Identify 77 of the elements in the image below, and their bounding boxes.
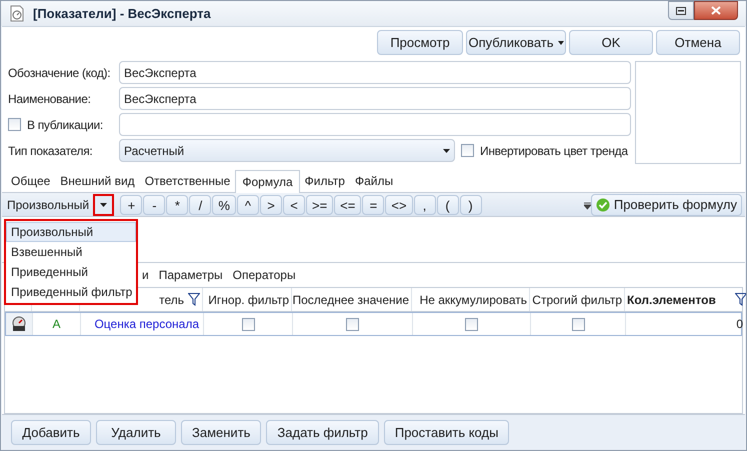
text-field[interactable]: ВесЭксперта <box>119 61 631 84</box>
close-button[interactable] <box>694 1 738 20</box>
dropdown-option[interactable]: Произвольный <box>6 222 136 242</box>
field-label: В публикации: <box>27 116 103 134</box>
operator-button[interactable]: > <box>260 194 282 214</box>
operator-button[interactable]: - <box>143 194 166 214</box>
check-icon <box>596 198 610 212</box>
checkbox-label: Инвертировать цвет тренда <box>480 142 628 160</box>
subtab[interactable]: Параметры <box>158 266 223 284</box>
action-button[interactable]: Задать фильтр <box>266 420 379 445</box>
publish-menu-button[interactable]: Опубликовать <box>466 30 566 55</box>
field-label: Тип показателя: <box>8 142 92 160</box>
tab[interactable]: Ответственные <box>140 170 236 192</box>
column-header: Строгий фильтр <box>532 292 622 308</box>
publication-checkbox[interactable] <box>8 118 21 131</box>
operator-button[interactable]: ^ <box>236 194 259 214</box>
caret-icon <box>558 40 564 44</box>
action-button[interactable]: Удалить <box>96 420 176 445</box>
restore-icon <box>676 6 686 14</box>
tab[interactable]: Фильтр <box>300 170 350 192</box>
tab[interactable]: Внешний вид <box>55 170 140 192</box>
subtab[interactable]: и <box>142 266 149 284</box>
table-cell-text: 0 <box>736 316 743 333</box>
table-cell-text: А <box>52 316 60 333</box>
gauge-icon <box>11 316 27 332</box>
column-header: тель <box>159 292 184 308</box>
operator-button[interactable]: + <box>120 194 142 214</box>
operator-button[interactable]: >= <box>306 194 334 214</box>
operator-button[interactable]: ( <box>436 194 459 214</box>
dropdown-option[interactable]: Приведенный фильтр <box>6 282 136 302</box>
text-field[interactable]: ВесЭксперта <box>119 87 631 110</box>
check-formula-button[interactable]: Проверить формулу <box>590 194 742 216</box>
dropdown-option[interactable]: Приведенный <box>6 262 136 282</box>
operator-button[interactable]: / <box>189 194 212 214</box>
window-title: [Показатели] - ВесЭксперта <box>33 4 211 23</box>
operator-button[interactable]: <> <box>385 194 413 214</box>
column-header: Не аккумулировать <box>420 292 527 308</box>
operator-button[interactable]: * <box>166 194 188 214</box>
table-checkbox[interactable] <box>465 318 478 330</box>
indicator-link[interactable]: Оценка персонала <box>94 315 199 333</box>
invert-trend-checkbox[interactable] <box>461 144 474 157</box>
column-header: Кол.элементов <box>627 292 716 308</box>
overflow-icon[interactable] <box>584 200 591 210</box>
filter-icon[interactable] <box>735 293 746 306</box>
subtab[interactable]: Операторы <box>232 266 296 284</box>
dropdown-button[interactable] <box>93 194 114 216</box>
toolbar-button[interactable]: OK <box>569 30 653 55</box>
field-label: Наименование: <box>8 90 91 108</box>
restore-button[interactable] <box>668 1 694 20</box>
operator-button[interactable]: <= <box>334 194 362 214</box>
filter-icon[interactable] <box>188 293 200 306</box>
table-checkbox[interactable] <box>572 318 584 330</box>
caret-icon <box>443 148 450 152</box>
operator-button[interactable]: < <box>282 194 305 214</box>
table-checkbox[interactable] <box>242 318 254 330</box>
action-button[interactable]: Заменить <box>181 420 262 445</box>
table-checkbox[interactable] <box>346 318 359 330</box>
operator-button[interactable]: % <box>212 194 236 214</box>
gauge-icon <box>9 5 25 22</box>
operator-button[interactable]: ) <box>460 194 482 214</box>
tab[interactable]: Формула <box>235 170 300 193</box>
tab[interactable]: Файлы <box>350 170 398 192</box>
operator-button[interactable]: , <box>414 194 436 214</box>
toolbar-button[interactable]: Просмотр <box>377 30 463 55</box>
field-label: Обозначение (код): <box>8 64 110 82</box>
dropdown-option[interactable]: Взвешенный <box>6 242 136 262</box>
tab[interactable]: Общее <box>6 170 56 192</box>
operator-button[interactable]: = <box>362 194 384 214</box>
column-header: Игнор. фильтр <box>208 292 289 308</box>
type-select[interactable]: Расчетный <box>119 139 455 162</box>
formula-type-select[interactable]: Произвольный <box>2 196 93 214</box>
action-button[interactable]: Проставить коды <box>384 420 510 445</box>
column-header: Последнее значение <box>292 292 409 308</box>
caret-icon <box>100 202 108 206</box>
close-icon <box>711 6 721 15</box>
toolbar-button[interactable]: Отмена <box>656 30 740 55</box>
action-button[interactable]: Добавить <box>11 420 91 445</box>
